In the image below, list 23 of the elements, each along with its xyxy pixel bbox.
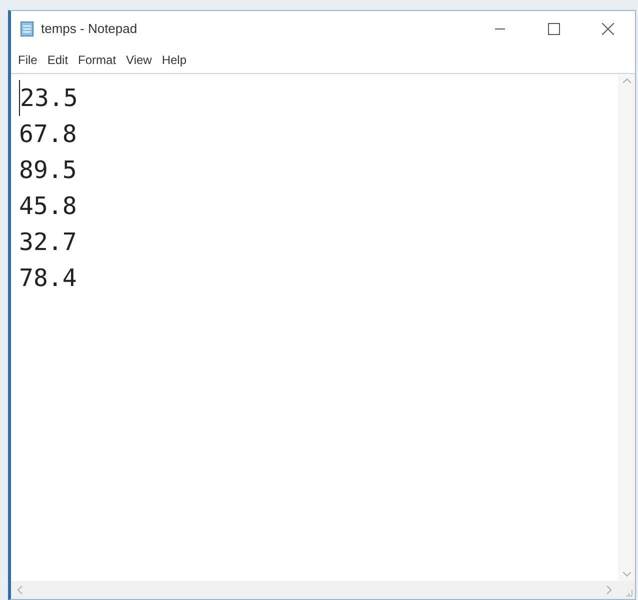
text-line: 78.4 [19,263,77,294]
resize-grip-icon[interactable] [625,589,633,597]
scroll-left-icon [17,586,22,594]
menu-item[interactable]: Edit [44,51,72,69]
text-line: 89.5 [19,155,77,186]
menu-item[interactable]: File [15,51,40,69]
menu-item[interactable]: Format [75,51,120,69]
text-line: 67.8 [19,119,77,150]
scroll-up-icon [622,78,630,83]
text-line: 23.5 [19,80,78,116]
text-line: 45.8 [19,191,77,222]
scroll-down-icon [622,572,630,577]
scroll-right-icon [607,586,612,594]
text-line: 32.7 [19,227,77,258]
text-area[interactable]: 23.5 67.8 89.5 45.8 32.7 78.4 [11,74,618,581]
vertical-scrollbar[interactable] [618,74,635,581]
window-title: temps - Notepad [41,20,138,38]
notepad-icon [19,21,35,37]
menu-item[interactable]: Help [158,51,190,69]
horizontal-scrollbar[interactable] [11,581,618,599]
menu-item[interactable]: View [123,51,155,69]
close-icon [602,23,614,35]
maximize-icon [548,23,560,35]
